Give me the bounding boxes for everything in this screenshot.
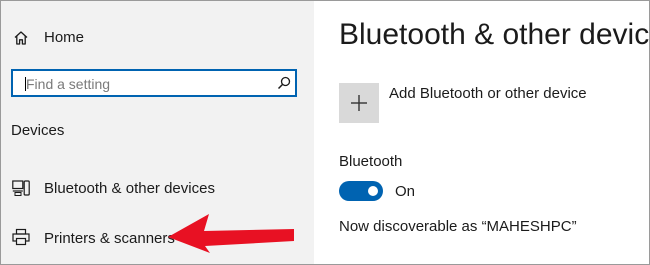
bluetooth-label: Bluetooth (339, 153, 403, 170)
search-icon[interactable] (277, 76, 291, 90)
search-field[interactable]: Find a setting (11, 69, 297, 97)
nav-home-label: Home (44, 29, 85, 46)
plus-icon (351, 95, 367, 111)
bluetooth-devices-icon (12, 180, 30, 196)
sidebar-item-label: Bluetooth & other devices (44, 180, 215, 197)
sidebar-item-label: Printers & scanners (44, 230, 175, 247)
main-content: Bluetooth & other devices Add Bluetooth … (314, 1, 649, 264)
sidebar: Home Find a setting Devices Bluetooth & … (1, 1, 314, 264)
nav-home[interactable]: Home (1, 21, 314, 55)
printer-icon (12, 228, 30, 246)
annotation-arrow (168, 214, 294, 253)
settings-window: Home Find a setting Devices Bluetooth & … (0, 0, 650, 265)
search-placeholder: Find a setting (26, 76, 111, 92)
add-device-button[interactable] (339, 83, 379, 123)
section-title-devices: Devices (11, 122, 65, 139)
discoverable-text: Now discoverable as “MAHESHPC” (339, 218, 577, 235)
page-title: Bluetooth & other devices (339, 18, 649, 51)
add-device-label[interactable]: Add Bluetooth or other device (389, 85, 587, 102)
toggle-knob (368, 186, 378, 196)
bluetooth-toggle[interactable] (339, 181, 383, 201)
sidebar-item-bluetooth[interactable]: Bluetooth & other devices (1, 171, 314, 205)
home-icon (14, 31, 28, 45)
toggle-state-label: On (395, 183, 416, 200)
